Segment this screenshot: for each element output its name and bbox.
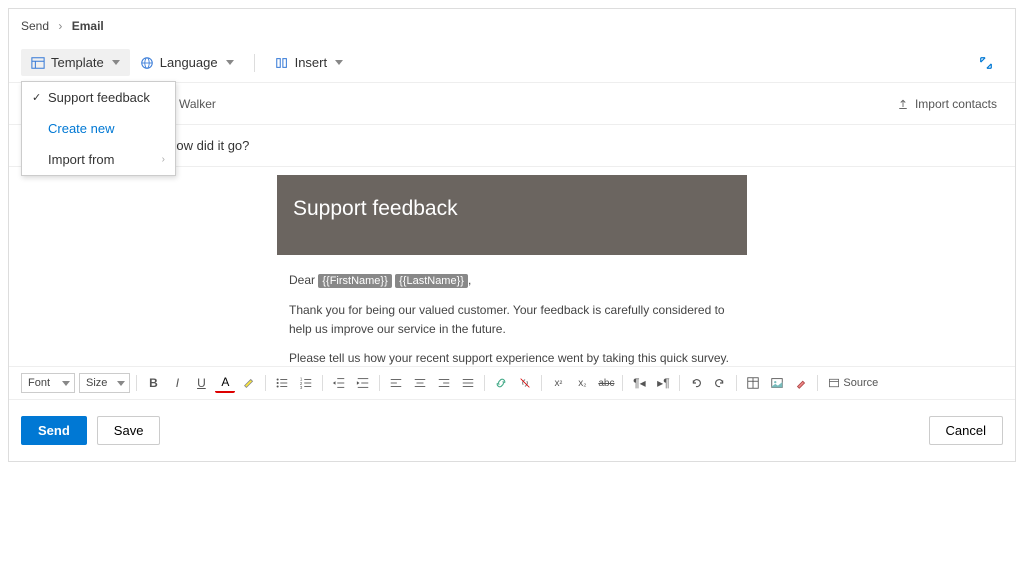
image-button[interactable] <box>767 373 787 393</box>
footer: Send Save Cancel <box>9 400 1015 461</box>
svg-text:3: 3 <box>300 385 303 390</box>
separator <box>817 375 818 391</box>
unlink-button[interactable] <box>515 373 535 393</box>
greeting-line: Dear {{FirstName}} {{LastName}}, <box>289 271 735 291</box>
dropdown-item-label: Create new <box>48 121 114 136</box>
underline-button[interactable]: U <box>191 373 211 393</box>
template-title: Support feedback <box>277 175 747 255</box>
globe-icon <box>140 56 154 70</box>
bullet-list-button[interactable] <box>272 373 292 393</box>
cancel-button[interactable]: Cancel <box>929 416 1003 445</box>
editor-area[interactable]: Support feedback Dear {{FirstName}} {{La… <box>9 167 1015 367</box>
separator <box>322 375 323 391</box>
align-center-button[interactable] <box>410 373 430 393</box>
expand-button[interactable] <box>969 50 1003 76</box>
chevron-down-icon <box>112 60 120 65</box>
font-select[interactable]: Font <box>21 373 75 393</box>
recipient-chip[interactable]: Walker <box>179 97 216 111</box>
chevron-down-icon <box>335 60 343 65</box>
ltr-button[interactable]: ¶◂ <box>629 373 649 393</box>
expand-icon <box>979 56 993 70</box>
source-button[interactable]: Source <box>824 373 882 393</box>
separator <box>265 375 266 391</box>
language-button[interactable]: Language <box>130 49 244 76</box>
breadcrumb: Send › Email <box>9 9 1015 43</box>
token-lastname[interactable]: {{LastName}} <box>395 274 468 288</box>
format-toolbar: Font Size B I U A 123 x² x₂ abc ¶◂ ▸¶ <box>9 367 1015 400</box>
template-button[interactable]: Template <box>21 49 130 76</box>
chevron-right-icon: › <box>58 19 62 33</box>
dropdown-item-label: Import from <box>48 152 114 167</box>
breadcrumb-root[interactable]: Send <box>21 19 49 33</box>
body-paragraph-1: Thank you for being our valued customer.… <box>289 301 735 339</box>
email-template: Support feedback Dear {{FirstName}} {{La… <box>277 175 747 367</box>
separator <box>622 375 623 391</box>
font-color-button[interactable]: A <box>215 373 235 393</box>
italic-button[interactable]: I <box>167 373 187 393</box>
indent-button[interactable] <box>353 373 373 393</box>
clear-format-button[interactable] <box>791 373 811 393</box>
link-button[interactable] <box>491 373 511 393</box>
insert-icon <box>275 56 289 70</box>
separator <box>679 375 680 391</box>
separator <box>254 54 255 72</box>
chevron-down-icon <box>62 381 70 386</box>
align-justify-button[interactable] <box>458 373 478 393</box>
import-contacts-button[interactable]: Import contacts <box>897 97 997 111</box>
email-compose-panel: Send › Email Template Language Insert ✓ <box>8 8 1016 462</box>
token-firstname[interactable]: {{FirstName}} <box>318 274 391 288</box>
insert-button[interactable]: Insert <box>265 49 354 76</box>
body-paragraph-2: Please tell us how your recent support e… <box>289 349 735 367</box>
highlight-button[interactable] <box>239 373 259 393</box>
template-label: Template <box>51 55 104 70</box>
separator <box>541 375 542 391</box>
subscript-button[interactable]: x₂ <box>572 373 592 393</box>
source-icon <box>828 377 840 389</box>
number-list-button[interactable]: 123 <box>296 373 316 393</box>
align-left-button[interactable] <box>386 373 406 393</box>
dropdown-item-support-feedback[interactable]: ✓ Support feedback <box>22 82 175 113</box>
import-contacts-label: Import contacts <box>915 97 997 111</box>
source-label: Source <box>843 377 878 389</box>
chevron-down-icon <box>117 381 125 386</box>
save-button[interactable]: Save <box>97 416 161 445</box>
toolbar: Template Language Insert ✓ Support feedb… <box>9 43 1015 83</box>
breadcrumb-current: Email <box>72 19 104 33</box>
outdent-button[interactable] <box>329 373 349 393</box>
template-icon <box>31 56 45 70</box>
table-button[interactable] <box>743 373 763 393</box>
superscript-button[interactable]: x² <box>548 373 568 393</box>
separator <box>484 375 485 391</box>
strikethrough-button[interactable]: abc <box>596 373 616 393</box>
undo-button[interactable] <box>686 373 706 393</box>
chevron-right-icon: › <box>162 154 165 165</box>
separator <box>136 375 137 391</box>
upload-icon <box>897 98 909 110</box>
align-right-button[interactable] <box>434 373 454 393</box>
dropdown-item-create-new[interactable]: Create new <box>22 113 175 144</box>
rtl-button[interactable]: ▸¶ <box>653 373 673 393</box>
language-label: Language <box>160 55 218 70</box>
font-select-label: Font <box>28 377 50 389</box>
check-icon: ✓ <box>32 91 48 104</box>
template-body[interactable]: Dear {{FirstName}} {{LastName}}, Thank y… <box>277 255 747 367</box>
chevron-down-icon <box>226 60 234 65</box>
redo-button[interactable] <box>710 373 730 393</box>
template-dropdown: ✓ Support feedback Create new Import fro… <box>21 81 176 176</box>
dropdown-item-label: Support feedback <box>48 90 150 105</box>
send-button[interactable]: Send <box>21 416 87 445</box>
size-select-label: Size <box>86 377 107 389</box>
subject-value[interactable]: How did it go? <box>167 138 249 153</box>
insert-label: Insert <box>295 55 328 70</box>
separator <box>736 375 737 391</box>
dropdown-item-import-from[interactable]: Import from › <box>22 144 175 175</box>
bold-button[interactable]: B <box>143 373 163 393</box>
separator <box>379 375 380 391</box>
size-select[interactable]: Size <box>79 373 130 393</box>
